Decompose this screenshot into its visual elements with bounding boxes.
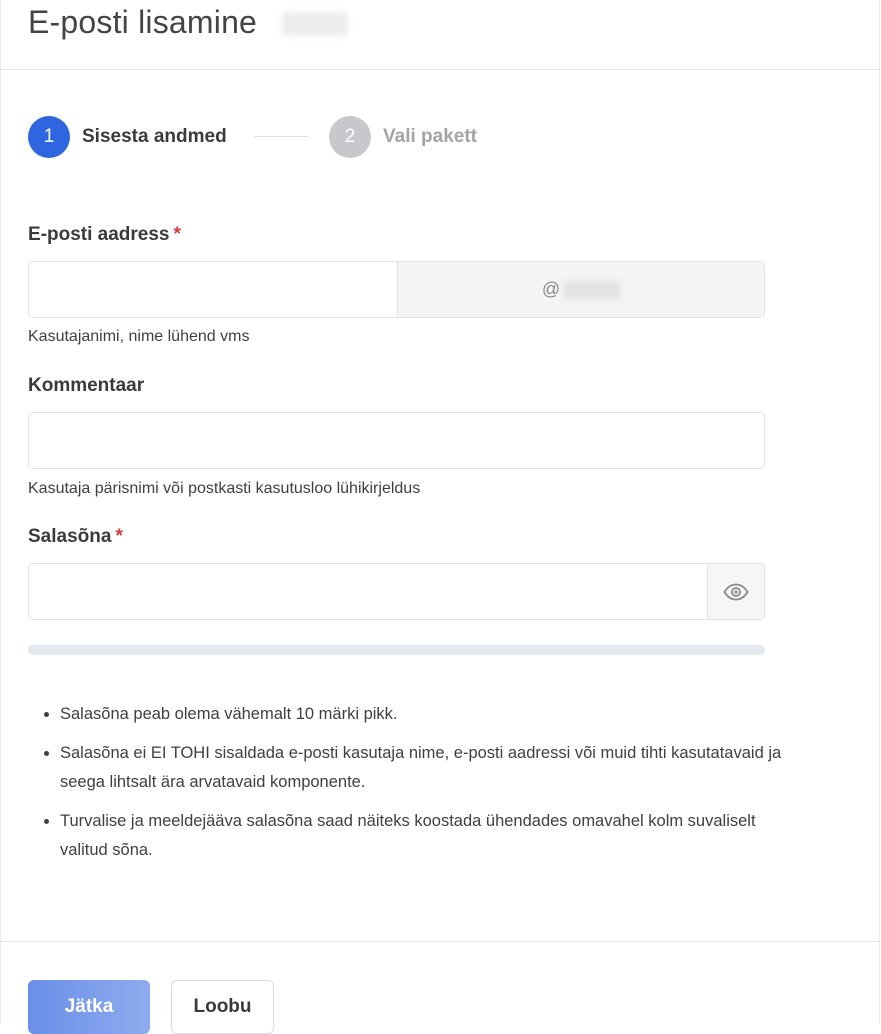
step-connector [254, 136, 308, 137]
required-mark: * [115, 526, 123, 547]
comment-field-group [28, 412, 765, 469]
page-header: E-posti lisamine [0, 0, 880, 70]
step-number: 2 [329, 116, 371, 158]
list-item: Salasõna ei EI TOHI sisaldada e-posti ka… [60, 739, 788, 797]
email-username-input[interactable] [29, 262, 397, 317]
email-label: E-posti aadress * [28, 224, 181, 246]
step-label: Sisesta andmed [82, 126, 227, 147]
footer-divider [0, 941, 880, 942]
email-label-text: E-posti aadress [28, 224, 170, 245]
password-label-text: Salasõna [28, 526, 112, 547]
email-field-group: @ [28, 261, 765, 318]
comment-input[interactable] [29, 413, 764, 468]
comment-help-text: Kasutaja pärisnimi või postkasti kasutus… [28, 480, 421, 497]
continue-button[interactable]: Jätka [28, 980, 150, 1034]
step-enter-details[interactable]: 1 Sisesta andmed [28, 116, 227, 158]
email-domain-addon: @ [397, 262, 764, 317]
comment-label: Kommentaar [28, 375, 145, 396]
list-item: Turvalise ja meeldejääva salasõna saad n… [60, 807, 788, 865]
password-field-group [28, 563, 765, 620]
step-number: 1 [28, 116, 70, 158]
redacted-domain [564, 280, 621, 299]
list-item: Salasõna peab olema vähemalt 10 märki pi… [60, 700, 788, 729]
step-choose-package[interactable]: 2 Vali pakett [329, 116, 477, 158]
step-label: Vali pakett [383, 126, 477, 147]
password-rules-list: Salasõna peab olema vähemalt 10 märki pi… [28, 700, 788, 875]
password-strength-bar [28, 645, 765, 655]
show-password-toggle[interactable] [707, 564, 764, 619]
redacted-account-name [282, 12, 348, 36]
domain-at-sign: @ [541, 279, 561, 299]
password-label: Salasõna * [28, 526, 123, 548]
email-help-text: Kasutajanimi, nime lühend vms [28, 328, 250, 345]
required-mark: * [173, 224, 181, 245]
cancel-button[interactable]: Loobu [171, 980, 274, 1034]
page-title: E-posti lisamine [28, 4, 258, 40]
password-input[interactable] [29, 564, 709, 619]
eye-icon [723, 583, 749, 600]
